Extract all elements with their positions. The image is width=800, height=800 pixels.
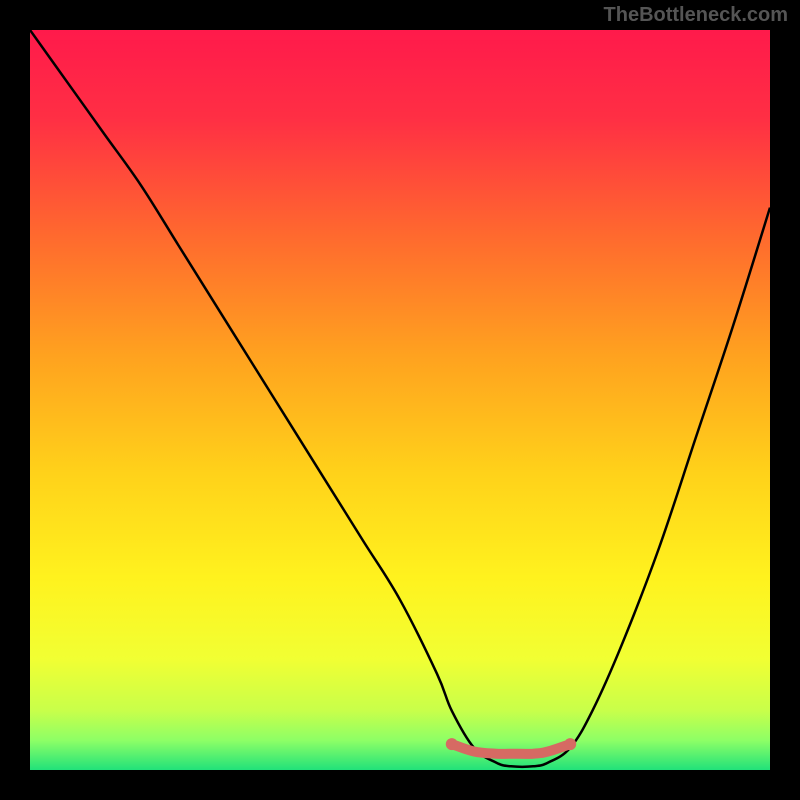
plot-area [30, 30, 770, 770]
marker-start-dot [446, 738, 458, 750]
bottleneck-curve [30, 30, 770, 767]
marker-end-dot [564, 738, 576, 750]
attribution-text: TheBottleneck.com [604, 4, 788, 27]
optimal-range-marker [452, 744, 570, 754]
chart-svg [30, 30, 770, 770]
